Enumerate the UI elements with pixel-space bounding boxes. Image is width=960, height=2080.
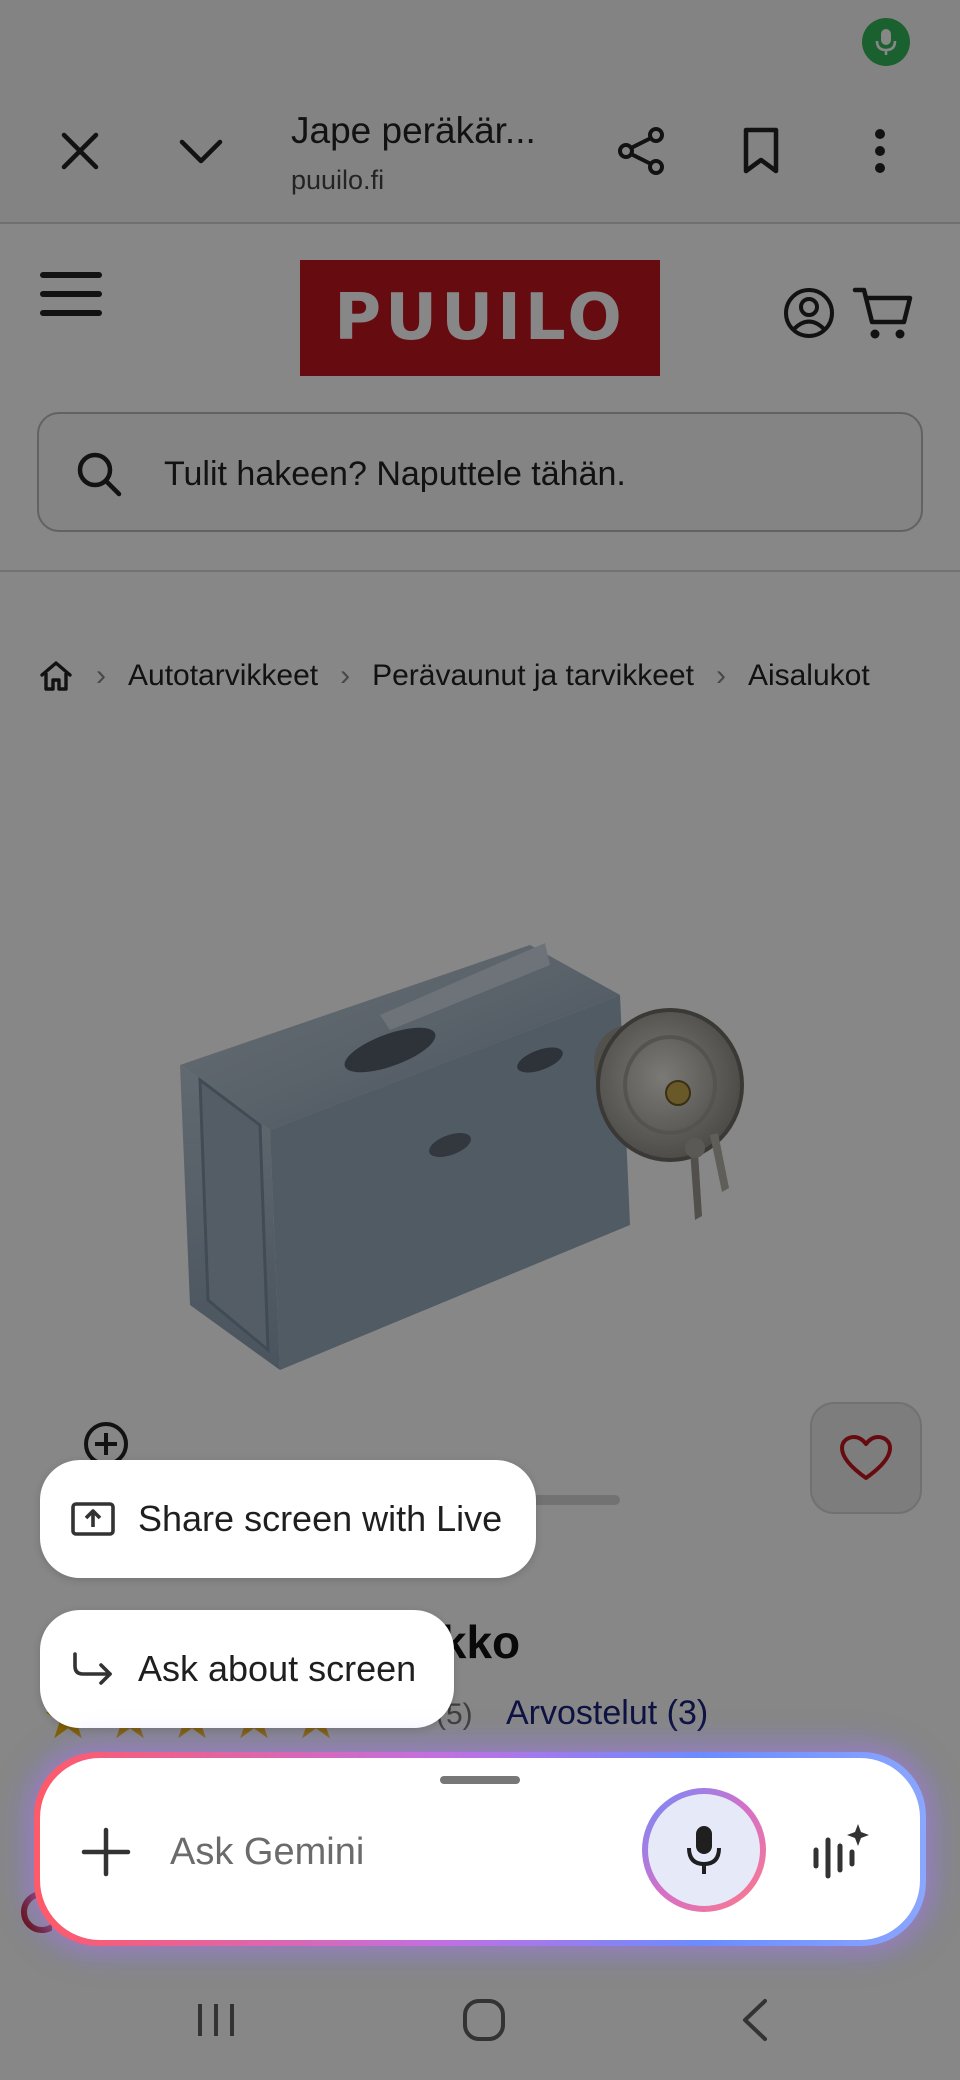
system-nav-bar [0, 1960, 960, 2080]
recents-button[interactable] [184, 1988, 248, 2052]
plus-icon[interactable] [78, 1824, 134, 1880]
recents-icon [198, 2004, 234, 2036]
gemini-input[interactable] [170, 1820, 630, 1884]
home-circle-icon [463, 1999, 505, 2041]
voice-input-button[interactable] [642, 1788, 766, 1912]
ask-about-screen-label: Ask about screen [138, 1648, 417, 1689]
back-button[interactable] [722, 1988, 786, 2052]
back-icon [743, 1999, 767, 2041]
home-button[interactable] [452, 1988, 516, 2052]
forward-arrow-icon [73, 1652, 112, 1685]
gemini-live-icon[interactable] [808, 1820, 872, 1884]
screen-share-icon [71, 1502, 115, 1536]
share-screen-label: Share screen with Live [138, 1498, 503, 1539]
drag-handle[interactable] [440, 1776, 520, 1784]
mic-icon [687, 1826, 721, 1874]
ask-about-screen-button[interactable]: Ask about screen [40, 1610, 454, 1728]
gemini-input-bar [40, 1758, 920, 1940]
share-screen-live-button[interactable]: Share screen with Live [40, 1460, 536, 1578]
